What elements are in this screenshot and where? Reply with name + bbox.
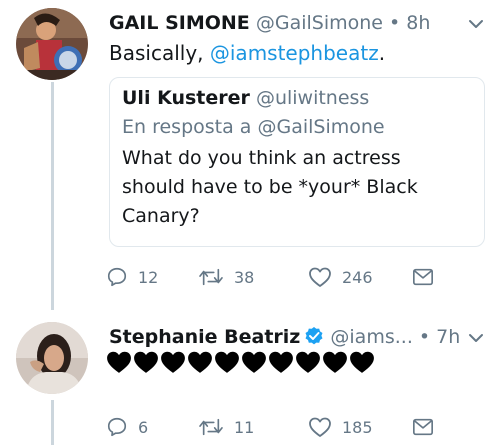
quoted-author-handle: @uliwitness <box>255 87 370 109</box>
retweet-icon <box>198 416 224 438</box>
like-count: 246 <box>342 267 373 287</box>
direct-message-button[interactable] <box>412 414 434 440</box>
tweet-header: Stephanie Beatriz @iams... • 7h <box>109 325 460 352</box>
chevron-down-icon[interactable] <box>466 14 486 34</box>
separator-dot: • <box>389 12 401 34</box>
dm-icon <box>412 267 434 287</box>
black-heart-icon <box>322 350 348 374</box>
tweet-text-suffix: . <box>378 41 386 65</box>
author-handle[interactable]: @iams... <box>330 326 412 348</box>
reply-count: 6 <box>138 417 149 437</box>
avatar-stephanie-beatriz[interactable] <box>16 322 88 394</box>
black-heart-icon <box>214 350 240 374</box>
quoted-header: Uli Kusterer @uliwitness <box>122 86 369 110</box>
chevron-down-icon[interactable] <box>466 328 486 348</box>
reply-icon <box>106 416 128 438</box>
retweet-count: 11 <box>234 417 255 437</box>
reply-icon <box>106 266 128 288</box>
verified-badge-icon <box>304 326 324 352</box>
black-heart-icon <box>295 350 321 374</box>
retweet-button[interactable]: 38 <box>198 264 254 290</box>
retweet-button[interactable]: 11 <box>198 414 254 440</box>
tweet-text-prefix: Basically, <box>109 41 204 65</box>
like-button[interactable]: 246 <box>308 264 373 290</box>
like-count: 185 <box>342 417 373 437</box>
dm-icon <box>412 417 434 437</box>
like-icon <box>308 266 332 288</box>
direct-message-button[interactable] <box>412 264 434 290</box>
author-name[interactable]: GAIL SIMONE <box>109 12 250 34</box>
thread-line <box>51 400 54 445</box>
avatar-gail-simone[interactable] <box>16 8 88 80</box>
quoted-reply-context: En resposta a @GailSimone <box>122 116 385 138</box>
black-heart-icon <box>106 350 132 374</box>
author-handle[interactable]: @GailSimone <box>256 12 383 34</box>
reply-button[interactable]: 12 <box>106 264 158 290</box>
black-heart-icon <box>268 350 294 374</box>
tweet-actions: 6 11 185 <box>106 414 446 440</box>
separator-dot: • <box>418 326 431 348</box>
black-heart-icon <box>160 350 186 374</box>
black-heart-icon <box>349 350 375 374</box>
quoted-author-name: Uli Kusterer <box>122 87 250 109</box>
retweet-icon <box>198 266 224 288</box>
mention-link[interactable]: @iamstephbeatz <box>210 41 379 65</box>
black-heart-icon <box>241 350 267 374</box>
author-name[interactable]: Stephanie Beatriz <box>109 326 300 348</box>
tweet-actions: 12 38 246 <box>106 264 446 290</box>
thread-line <box>51 82 54 310</box>
tweet-text: Basically, @iamstephbeatz. <box>109 40 385 66</box>
tweet-text-hearts <box>106 350 376 378</box>
like-icon <box>308 416 332 438</box>
reply-count: 12 <box>138 267 159 287</box>
quoted-tweet[interactable]: Uli Kusterer @uliwitness En resposta a @… <box>109 77 485 247</box>
like-button[interactable]: 185 <box>308 414 373 440</box>
reply-button[interactable]: 6 <box>106 414 148 440</box>
retweet-count: 38 <box>234 267 255 287</box>
black-heart-icon <box>133 350 159 374</box>
black-heart-icon <box>187 350 213 374</box>
timestamp[interactable]: 8h <box>406 12 430 34</box>
quoted-text: What do you think an actress should have… <box>122 147 418 227</box>
timestamp[interactable]: 7h <box>436 326 460 348</box>
tweet-header: GAIL SIMONE @GailSimone • 8h <box>109 11 430 35</box>
